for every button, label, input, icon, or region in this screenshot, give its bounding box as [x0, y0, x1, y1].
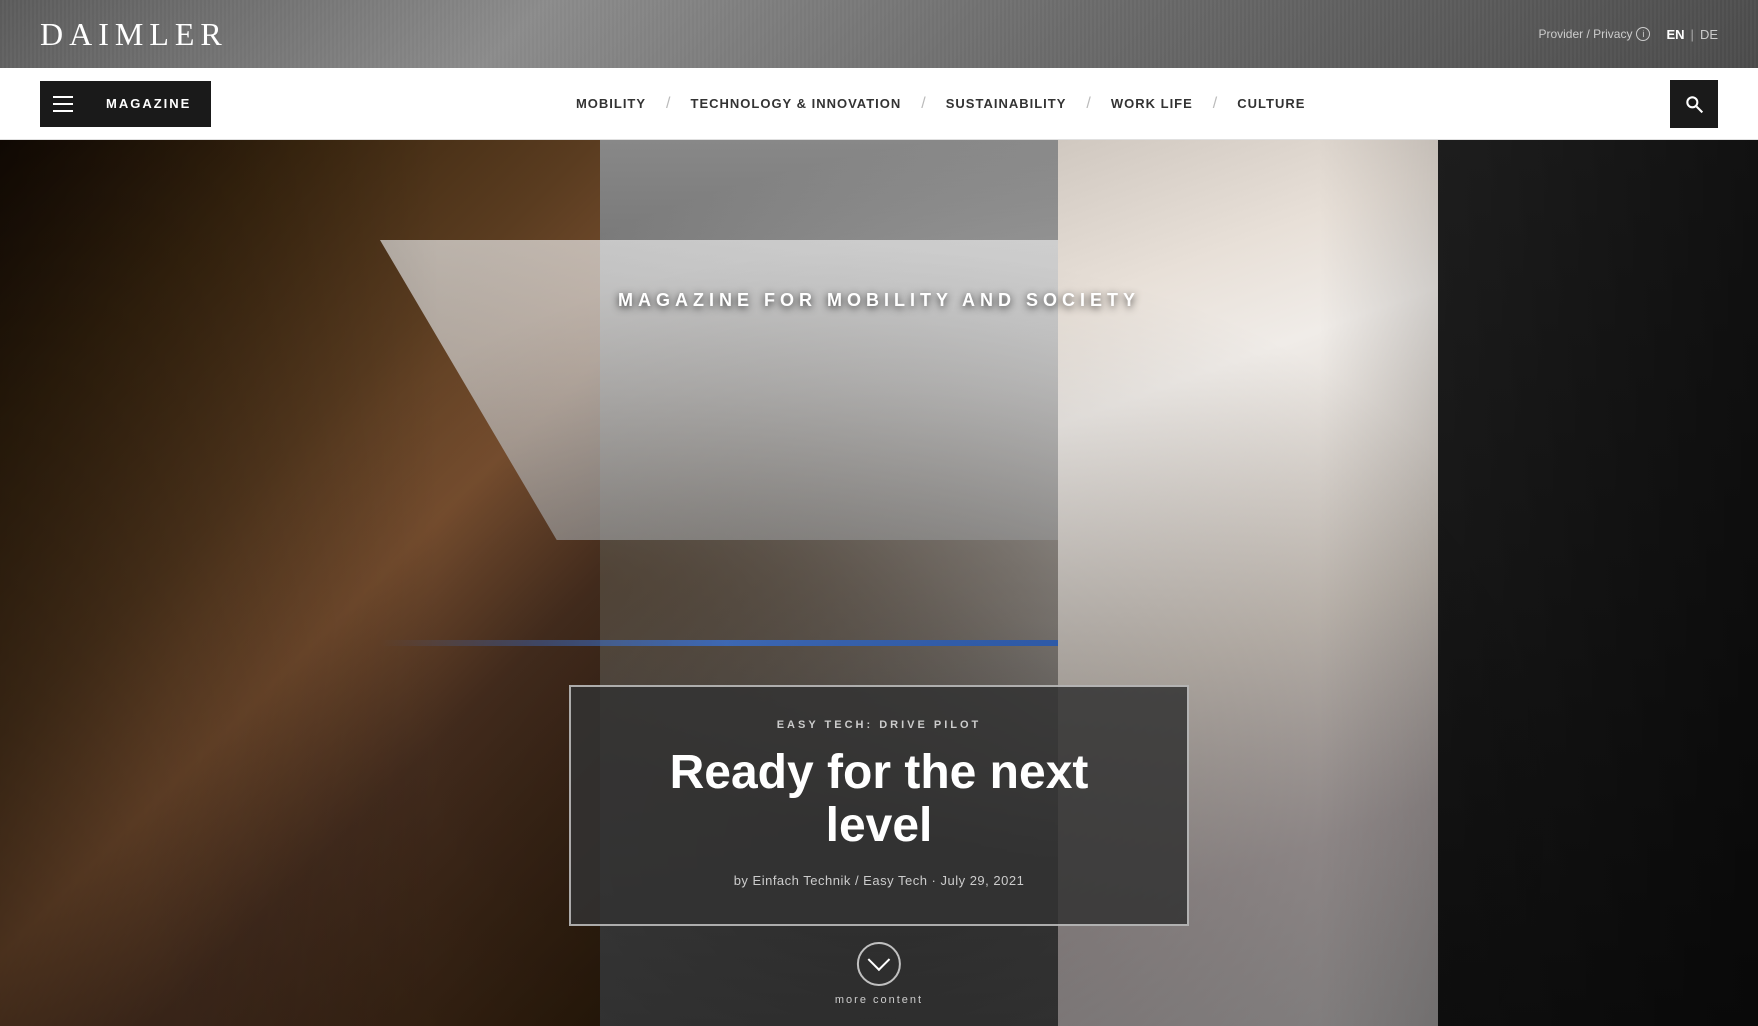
nav-item-sustainability[interactable]: SUSTAINABILITY: [926, 96, 1087, 111]
nav-right: [1670, 80, 1718, 128]
scroll-down-button[interactable]: more content: [835, 942, 923, 1006]
lang-separator: |: [1691, 27, 1694, 42]
hero-section: MAGAZINE FOR MOBILITY AND SOCIETY EASY T…: [0, 140, 1758, 1026]
top-bar-right: Provider / Privacy i EN | DE: [1538, 27, 1718, 42]
lang-de[interactable]: DE: [1700, 27, 1718, 42]
hero-subtitle: MAGAZINE FOR MOBILITY AND SOCIETY: [618, 290, 1140, 311]
hamburger-line-2: [53, 103, 73, 105]
nav-item-mobility[interactable]: MOBILITY: [556, 96, 666, 111]
scroll-label: more content: [835, 994, 923, 1006]
search-icon: [1684, 94, 1704, 114]
hamburger-button[interactable]: [40, 81, 86, 127]
search-button[interactable]: [1670, 80, 1718, 128]
nav-item-culture[interactable]: CULTURE: [1217, 96, 1325, 111]
navbar: MAGAZINE MOBILITY / TECHNOLOGY & INNOVAT…: [0, 68, 1758, 140]
hero-card-meta: by Einfach Technik / Easy Tech · July 29…: [611, 873, 1147, 888]
hamburger-line-1: [53, 96, 73, 98]
nav-center: MOBILITY / TECHNOLOGY & INNOVATION / SUS…: [211, 95, 1670, 113]
scroll-arrow-icon: [868, 948, 891, 971]
lang-en[interactable]: EN: [1666, 27, 1684, 42]
magazine-button[interactable]: MAGAZINE: [86, 81, 211, 127]
provider-privacy-label: Provider / Privacy: [1538, 27, 1632, 41]
info-icon: i: [1636, 27, 1650, 41]
nav-item-technology[interactable]: TECHNOLOGY & INNOVATION: [671, 96, 922, 111]
nav-left: MAGAZINE: [40, 81, 211, 127]
hero-card-title: Ready for the next level: [611, 747, 1147, 853]
hamburger-line-3: [53, 110, 73, 112]
top-bar: DAIMLER Provider / Privacy i EN | DE: [0, 0, 1758, 68]
nav-item-work[interactable]: WORK LIFE: [1091, 96, 1213, 111]
language-switcher: EN | DE: [1666, 27, 1718, 42]
daimler-logo[interactable]: DAIMLER: [40, 16, 228, 53]
scroll-circle: [857, 942, 901, 986]
provider-privacy-link[interactable]: Provider / Privacy i: [1538, 27, 1650, 41]
hero-card-category: EASY TECH: DRIVE PILOT: [611, 719, 1147, 731]
hero-article-card[interactable]: EASY TECH: DRIVE PILOT Ready for the nex…: [569, 685, 1189, 926]
